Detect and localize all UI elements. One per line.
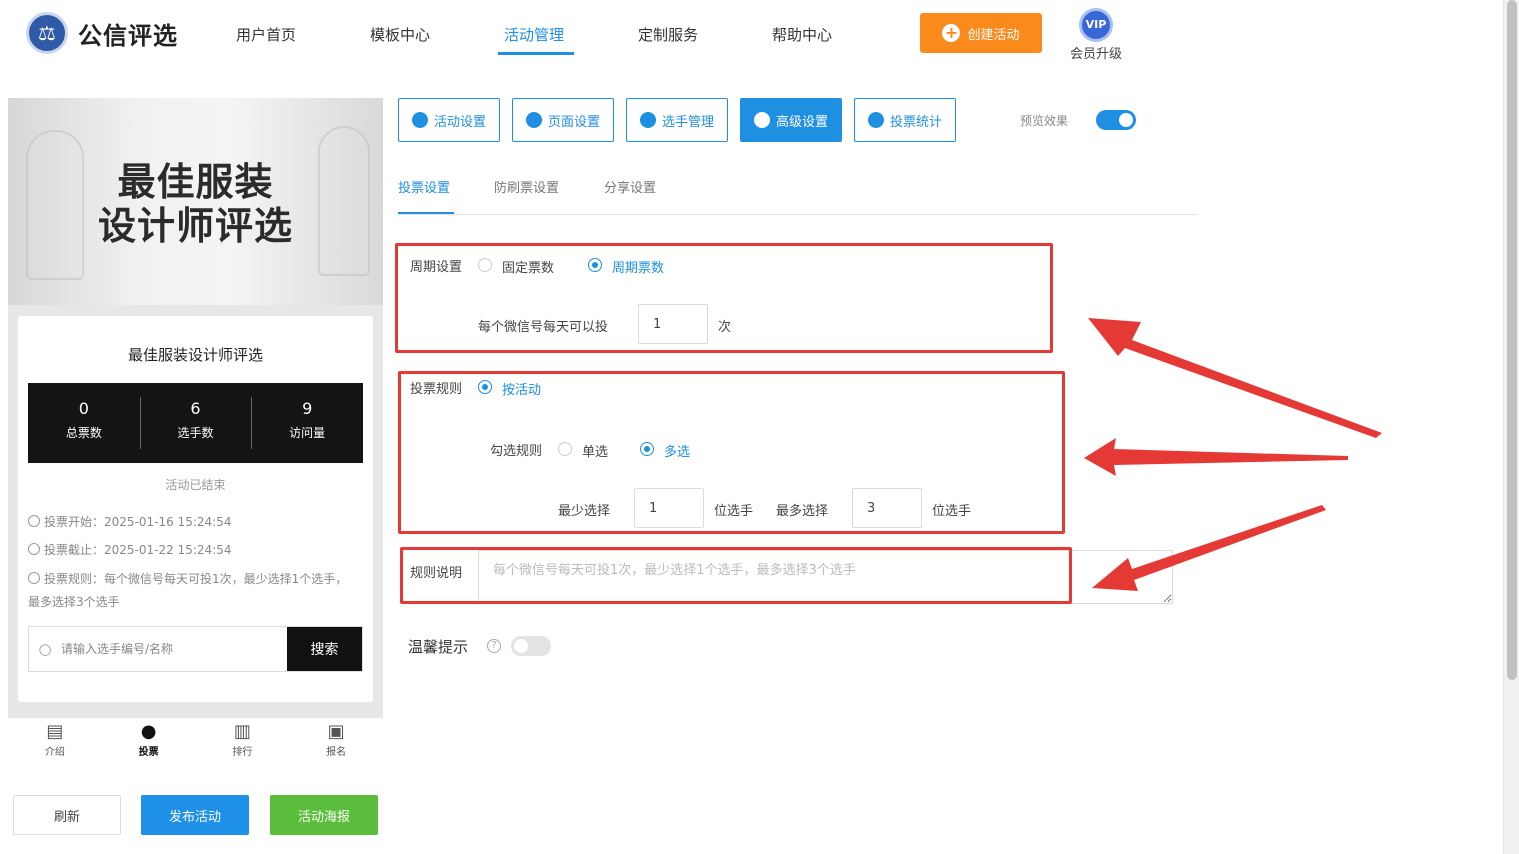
stat-label: 选手数 xyxy=(177,426,214,440)
scrollbar-thumb[interactable] xyxy=(1507,0,1517,680)
tab-ranking[interactable]: ▥ 排行 xyxy=(196,718,290,768)
stat-visits: 9 访问量 xyxy=(251,383,363,463)
vip-icon: VIP xyxy=(1079,8,1113,42)
highlight-box-vote-rule xyxy=(398,371,1065,534)
stat-label: 访问量 xyxy=(289,426,326,440)
activity-info-card: 最佳服装设计师评选 0 总票数 6 选手数 9 访问量 活动已结束 投票开始：2… xyxy=(18,316,373,702)
nav-templates[interactable]: 模板中心 xyxy=(370,24,430,45)
star-icon xyxy=(411,112,428,128)
refresh-button[interactable]: 刷新 xyxy=(13,795,121,835)
vote-end-text: 投票截止：2025-01-22 15:24:54 xyxy=(44,543,232,557)
bar-chart-icon xyxy=(867,112,884,128)
activity-poster-button[interactable]: 活动海报 xyxy=(270,795,378,835)
nav-user-home[interactable]: 用户首页 xyxy=(236,24,296,45)
tab-label: 活动设置 xyxy=(433,114,486,130)
question-icon[interactable]: ? xyxy=(487,639,501,653)
arrow-to-rule-desc-icon xyxy=(1092,505,1326,591)
tab-signup[interactable]: ▣ 报名 xyxy=(289,718,383,768)
banner-line-1: 最佳服装 xyxy=(117,159,274,204)
vote-rule: 投票规则：每个微信号每天可投1次，最少选择1个选手，最多选择3个选手 xyxy=(28,568,353,614)
stat-label: 总票数 xyxy=(65,426,102,440)
logo[interactable]: ⚖ 公信评选 xyxy=(26,12,178,54)
tab-vote-statistics[interactable]: 投票统计 xyxy=(854,98,956,142)
nav-help-center[interactable]: 帮助中心 xyxy=(772,24,832,45)
subtab-share-settings[interactable]: 分享设置 xyxy=(604,177,656,196)
vote-rule-text: 投票规则：每个微信号每天可投1次，最少选择1个选手，最多选择3个选手 xyxy=(28,572,348,609)
highlight-box-rule-desc xyxy=(400,547,1072,604)
preview-effect-toggle[interactable] xyxy=(1096,110,1136,130)
id-card-icon: ▣ xyxy=(327,721,345,742)
users-icon xyxy=(639,112,656,128)
warm-tip-toggle[interactable] xyxy=(511,636,551,656)
tab-label: 页面设置 xyxy=(547,114,600,130)
nav-custom-service[interactable]: 定制服务 xyxy=(638,24,698,45)
highlight-box-cycle xyxy=(395,243,1053,353)
document-icon: ▤ xyxy=(46,721,64,742)
tab-page-settings[interactable]: 页面设置 xyxy=(512,98,614,142)
preview-effect-label: 预览效果 xyxy=(1020,114,1069,128)
tab-advanced-settings[interactable]: 高级设置 xyxy=(740,98,842,142)
info-icon xyxy=(28,572,40,584)
subtab-anti-fraud[interactable]: 防刷票设置 xyxy=(494,177,559,196)
search-button[interactable]: 搜索 xyxy=(287,627,362,671)
vote-start-text: 投票开始：2025-01-16 15:24:54 xyxy=(44,515,232,529)
vip-upgrade[interactable]: VIP 会员升级 xyxy=(1066,8,1126,62)
stats-bar: 0 总票数 6 选手数 9 访问量 xyxy=(28,383,363,463)
vote-end: 投票截止：2025-01-22 15:24:54 xyxy=(28,541,231,558)
arrow-to-vote-rule-icon xyxy=(1084,438,1348,476)
preview-tabbar: ▤ 介绍 ● 投票 ▥ 排行 ▣ 报名 xyxy=(8,718,383,768)
clock-icon xyxy=(28,515,40,527)
ranking-icon: ▥ xyxy=(233,721,251,742)
nav-activity-management[interactable]: 活动管理 xyxy=(504,24,564,45)
activity-banner: 最佳服装 设计师评选 xyxy=(8,98,383,305)
activity-status: 活动已结束 xyxy=(165,478,226,492)
vote-start: 投票开始：2025-01-16 15:24:54 xyxy=(28,513,231,530)
stat-value: 6 xyxy=(190,399,201,418)
stat-contestants: 6 选手数 xyxy=(139,383,252,463)
search-bar: ○ 搜索 xyxy=(28,626,363,672)
create-activity-label: 创建活动 xyxy=(967,27,1020,43)
plus-icon: + xyxy=(942,24,961,42)
nav-active-underline xyxy=(498,52,574,55)
tab-label: 高级设置 xyxy=(775,114,828,130)
stat-total-votes: 0 总票数 xyxy=(28,383,140,463)
phone-preview: 最佳服装 设计师评选 最佳服装设计师评选 0 总票数 6 选手数 9 访问量 活… xyxy=(8,98,383,718)
tab-intro[interactable]: ▤ 介绍 xyxy=(8,718,102,768)
annotation-arrows xyxy=(1084,318,1382,591)
tab-label: 报名 xyxy=(326,747,347,758)
create-activity-button[interactable]: + 创建活动 xyxy=(920,13,1042,53)
settings-list-icon xyxy=(753,112,770,128)
arrow-to-cycle-icon xyxy=(1088,318,1382,438)
banner-title: 最佳服装 设计师评选 xyxy=(8,160,383,248)
stat-value: 9 xyxy=(302,399,313,418)
tab-contestant-management[interactable]: 选手管理 xyxy=(626,98,728,142)
tab-label: 投票 xyxy=(138,747,159,758)
tab-label: 介绍 xyxy=(44,747,65,758)
tab-activity-settings[interactable]: 活动设置 xyxy=(398,98,500,142)
search-icon: ○ xyxy=(38,640,52,658)
clock-icon xyxy=(28,543,40,555)
tab-vote[interactable]: ● 投票 xyxy=(102,718,196,768)
warm-tip-label: 温馨提示 xyxy=(408,638,469,656)
logo-text: 公信评选 xyxy=(78,21,178,50)
scales-icon: ⚖ xyxy=(26,12,68,54)
gear-icon xyxy=(525,112,542,128)
vip-label: 会员升级 xyxy=(1069,47,1122,62)
subtab-vote-settings[interactable]: 投票设置 xyxy=(398,177,450,196)
subtab-divider xyxy=(398,214,1198,215)
stat-value: 0 xyxy=(78,399,89,418)
tab-label: 选手管理 xyxy=(661,114,714,130)
publish-activity-button[interactable]: 发布活动 xyxy=(141,795,249,835)
tab-label: 投票统计 xyxy=(889,114,942,130)
tab-label: 排行 xyxy=(232,747,253,758)
banner-line-2: 设计师评选 xyxy=(97,203,293,248)
person-icon: ● xyxy=(140,721,157,742)
activity-title: 最佳服装设计师评选 xyxy=(127,346,263,364)
search-input[interactable] xyxy=(61,627,287,671)
